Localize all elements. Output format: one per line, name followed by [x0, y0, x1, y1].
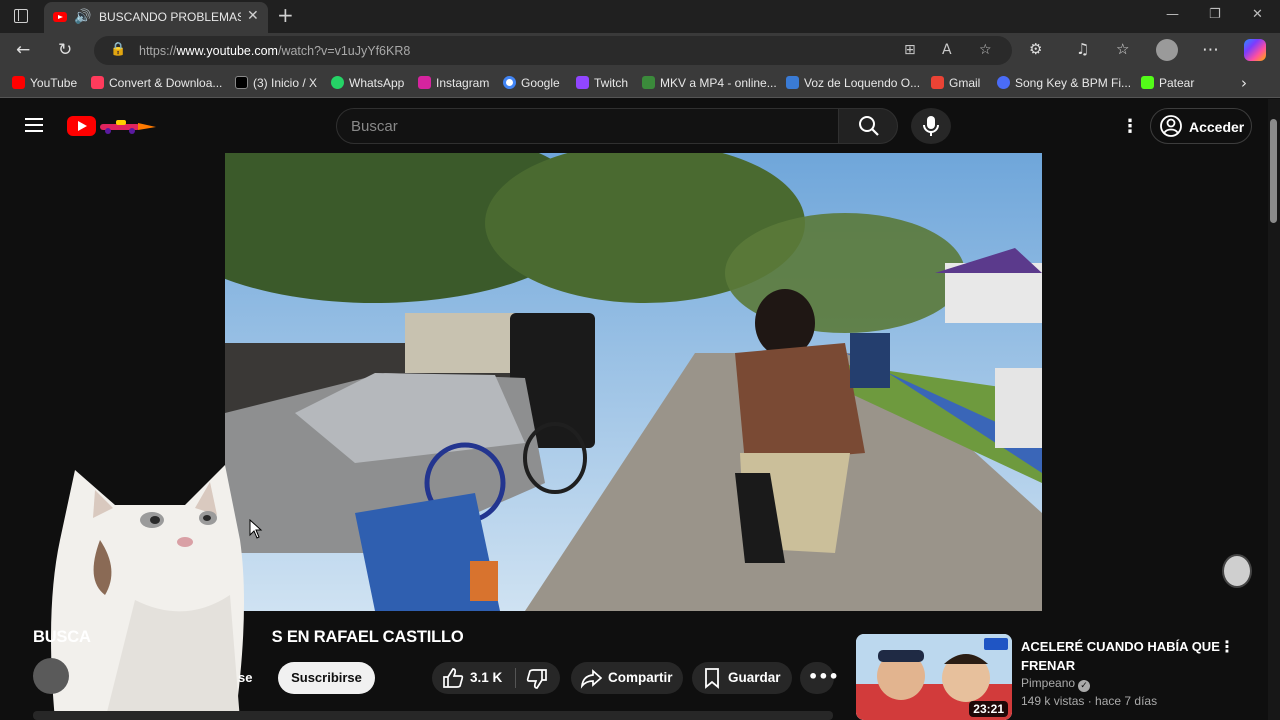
save-button[interactable]: Guardar: [692, 662, 792, 694]
instagram-icon: [418, 76, 431, 89]
app-available-icon[interactable]: ⊞: [904, 42, 916, 58]
signin-button[interactable]: Acceder: [1150, 108, 1252, 144]
video-title: BUSCA S EN RAFAEL CASTILLO: [33, 628, 464, 646]
browser-tab-bar: 🔊 BUSCANDO PROBLEMAS EN RAFAEL CASTILLO …: [0, 0, 1280, 33]
media-icon[interactable]: ♫: [1076, 40, 1089, 58]
account-circle-icon: [1160, 115, 1182, 137]
gmail-icon: [931, 76, 944, 89]
subscribe-button[interactable]: Suscribirse: [278, 662, 375, 694]
like-count[interactable]: 3.1 K: [470, 670, 502, 685]
bookmark-patear[interactable]: Patear: [1141, 76, 1194, 90]
description-box-edge: [33, 711, 833, 720]
more-options-icon[interactable]: ⋯: [1202, 40, 1219, 60]
youtube-logo-icon[interactable]: [67, 116, 96, 136]
bookmark-youtube[interactable]: YouTube: [12, 76, 77, 90]
video-frame: [225, 153, 1042, 611]
profile-avatar[interactable]: [1156, 39, 1178, 61]
bookmark-google[interactable]: Google: [503, 76, 560, 90]
microphone-icon: [923, 116, 939, 136]
whatsapp-icon: [331, 76, 344, 89]
youtube-favicon-icon: [53, 12, 67, 22]
subscriber-text-partial: se: [238, 670, 253, 685]
verified-check-icon: ✓: [1078, 680, 1091, 692]
page-scrollbar[interactable]: [1268, 99, 1280, 720]
doodle-logo[interactable]: [98, 117, 160, 135]
browser-tab-active[interactable]: 🔊 BUSCANDO PROBLEMAS EN RAFAEL CASTILLO …: [44, 2, 268, 33]
kick-icon: [1141, 76, 1154, 89]
bookmark-loquendo[interactable]: Voz de Loquendo O...: [786, 76, 920, 90]
tab-actions-icon[interactable]: [14, 9, 28, 23]
bookmark-icon: [705, 668, 719, 689]
share-button[interactable]: Compartir: [571, 662, 683, 694]
restore-icon[interactable]: ❐: [1209, 7, 1221, 22]
hamburger-menu-icon[interactable]: [25, 118, 43, 132]
audio-bars-icon: [786, 76, 799, 89]
recommended-kebab-icon[interactable]: ⋮: [1219, 637, 1235, 656]
search-button[interactable]: [838, 108, 898, 144]
download-icon: [91, 76, 104, 89]
youtube-icon: [12, 76, 25, 89]
bookmark-mkv[interactable]: MKV a MP4 - online...: [642, 76, 777, 90]
bookmark-songkey[interactable]: Song Key & BPM Fi...: [997, 76, 1131, 90]
share-arrow-icon: [580, 669, 602, 689]
youtube-header: Buscar ⋮ Acceder: [0, 99, 1268, 153]
lock-icon[interactable]: 🔒: [110, 42, 126, 57]
thumbs-up-icon[interactable]: [442, 667, 464, 689]
search-placeholder: Buscar: [351, 118, 398, 135]
channel-avatar[interactable]: [33, 658, 69, 694]
floating-avatar-icon[interactable]: [1222, 554, 1252, 588]
favorite-star-icon[interactable]: ☆: [979, 42, 992, 58]
browser-toolbar: ← ↻ 🔒 https://www.youtube.com/watch?v=v1…: [0, 33, 1280, 69]
like-dislike-group: 3.1 K: [432, 662, 560, 694]
signin-label: Acceder: [1189, 119, 1245, 135]
new-tab-button[interactable]: +: [277, 3, 294, 27]
cat-sticker: [51, 465, 244, 720]
search-icon: [859, 116, 879, 136]
copilot-icon[interactable]: [1244, 39, 1266, 61]
bookmarks-bar: YouTube Convert & Downloa... (3) Inicio …: [0, 69, 1280, 98]
bookmark-x[interactable]: (3) Inicio / X: [235, 76, 317, 90]
more-actions-button[interactable]: •••: [800, 662, 839, 694]
scrollbar-thumb[interactable]: [1270, 119, 1277, 223]
twitch-icon: [576, 76, 589, 89]
subscribe-label: Suscribirse: [291, 670, 362, 685]
address-url[interactable]: https://www.youtube.com/watch?v=v1uJyYf6…: [139, 44, 410, 58]
recommended-meta: 149 k vistas · hace 7 días: [1021, 694, 1158, 708]
share-label: Compartir: [608, 670, 673, 685]
video-player[interactable]: [225, 153, 1042, 611]
bookmark-convert[interactable]: Convert & Downloa...: [91, 76, 222, 90]
more-horizontal-icon: •••: [808, 667, 839, 686]
bookmark-twitch[interactable]: Twitch: [576, 76, 628, 90]
spreadsheet-icon: [642, 76, 655, 89]
close-window-icon[interactable]: ✕: [1252, 7, 1263, 22]
favorites-icon[interactable]: ☆: [1116, 40, 1129, 58]
refresh-icon[interactable]: ↻: [58, 40, 72, 60]
settings-kebab-icon[interactable]: ⋮: [1121, 116, 1139, 137]
bookmark-instagram[interactable]: Instagram: [418, 76, 489, 90]
minimize-icon[interactable]: —: [1166, 7, 1179, 22]
bookmark-gmail[interactable]: Gmail: [931, 76, 980, 90]
x-icon: [235, 76, 248, 89]
save-label: Guardar: [728, 670, 781, 685]
recommended-thumbnail[interactable]: 23:21: [856, 634, 1012, 720]
chevron-right-icon[interactable]: ›: [1241, 74, 1247, 92]
back-icon[interactable]: ←: [16, 40, 30, 60]
tab-title: BUSCANDO PROBLEMAS EN RAFAEL CASTILLO: [99, 10, 241, 24]
search-input[interactable]: Buscar: [336, 108, 839, 144]
recommended-channel[interactable]: Pimpeano ✓: [1021, 676, 1091, 692]
extensions-icon[interactable]: ⚙: [1029, 40, 1042, 58]
video-duration: 23:21: [969, 701, 1008, 717]
close-tab-icon[interactable]: ✕: [247, 8, 259, 24]
speaker-icon[interactable]: 🔊: [74, 9, 91, 25]
thumbs-down-icon[interactable]: [526, 668, 548, 690]
google-icon: [503, 76, 516, 89]
read-aloud-icon[interactable]: A: [942, 42, 952, 58]
address-bar[interactable]: 🔒 https://www.youtube.com/watch?v=v1uJyY…: [94, 36, 1012, 65]
recommended-title[interactable]: ACELERÉ CUANDO HABÍA QUE FRENAR: [1021, 637, 1221, 675]
mouse-cursor-icon: [249, 519, 263, 539]
like-divider: [515, 668, 516, 688]
bookmark-whatsapp[interactable]: WhatsApp: [331, 76, 404, 90]
voice-search-button[interactable]: [911, 108, 951, 144]
music-icon: [997, 76, 1010, 89]
